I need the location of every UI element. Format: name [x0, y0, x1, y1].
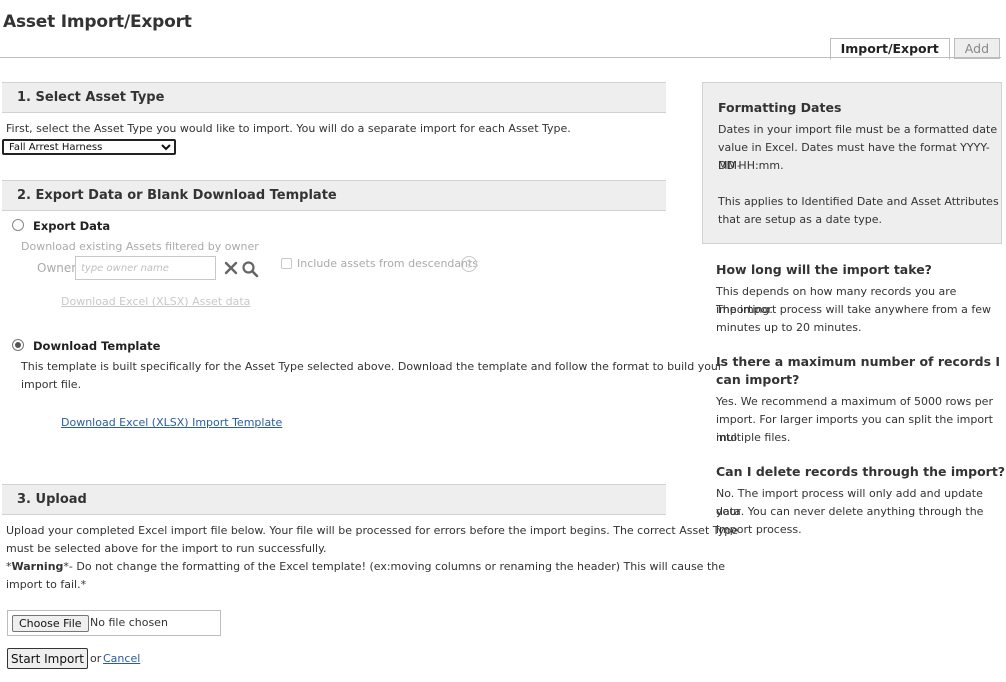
cancel-link[interactable]: Cancel [103, 650, 140, 668]
page-title: Asset Import/Export [3, 12, 192, 32]
upload-warning: *Warning*- Do not change the formatting … [6, 558, 725, 576]
download-template-radio[interactable] [12, 339, 24, 351]
formatting-dates-line-5: that are setup as a date type. [718, 213, 882, 226]
include-descendants-label: Include assets from descendants [297, 257, 479, 270]
formatting-dates-box: Formatting Dates Dates in your import fi… [702, 82, 1002, 244]
download-template-label: Download Template [33, 339, 161, 353]
faq-answer-3-line-3: import process. [716, 523, 802, 536]
asset-type-select[interactable]: Fall Arrest Harness [2, 139, 176, 155]
or-text: or [90, 652, 102, 665]
upload-description-2: must be selected above for the import to… [6, 542, 327, 555]
search-owner-icon[interactable] [241, 260, 259, 278]
formatting-dates-line-3: DD HH:mm. [718, 159, 784, 172]
faq-answer-1-line-3: minutes up to 20 minutes. [716, 321, 862, 334]
faq-answer-1-line-2: The import process will take anywhere fr… [716, 303, 991, 316]
help-icon[interactable]: ? [461, 256, 477, 272]
faq-question-2-line-2: can import? [716, 372, 800, 387]
faq-question-3: Can I delete records through the import? [716, 464, 1006, 479]
owner-label: Owner [37, 261, 77, 275]
start-import-button[interactable]: Start Import [7, 648, 88, 669]
section-header-select-asset-type: 1. Select Asset Type [2, 82, 666, 113]
formatting-dates-line-4: This applies to Identified Date and Asse… [718, 195, 999, 208]
tab-add[interactable]: Add [953, 38, 1000, 59]
faq-question-1: How long will the import take? [716, 262, 932, 277]
faq-answer-2-line-1: Yes. We recommend a maximum of 5000 rows… [716, 395, 993, 408]
formatting-dates-line-1: Dates in your import file must be a form… [718, 123, 998, 136]
title-divider [0, 57, 1001, 58]
section-header-upload: 3. Upload [2, 484, 666, 515]
upload-warning-2: import to fail.* [6, 578, 87, 591]
export-data-label: Export Data [33, 219, 111, 233]
export-data-radio[interactable] [12, 219, 24, 231]
faq-answer-2-line-3: multiple files. [716, 431, 791, 444]
owner-input[interactable] [75, 256, 216, 280]
faq-answer-3-line-2: data. You can never delete anything thro… [716, 505, 984, 518]
warning-label: Warning [11, 560, 64, 573]
download-template-description-2: import file. [21, 378, 82, 391]
clear-owner-icon[interactable] [224, 261, 238, 275]
file-picker: Choose File No file chosen [7, 610, 221, 636]
export-data-hint: Download existing Assets filtered by own… [21, 240, 259, 253]
asset-type-description: First, select the Asset Type you would l… [6, 122, 571, 135]
download-asset-data-link: Download Excel (XLSX) Asset data [61, 295, 251, 308]
section-header-export-template: 2. Export Data or Blank Download Templat… [2, 180, 666, 211]
warning-text: *- Do not change the formatting of the E… [63, 560, 726, 573]
file-status: No file chosen [90, 616, 168, 629]
upload-description-1: Upload your completed Excel import file … [6, 524, 739, 537]
choose-file-button[interactable]: Choose File [12, 615, 89, 632]
download-template-description-1: This template is built specifically for … [21, 360, 723, 373]
download-import-template-link[interactable]: Download Excel (XLSX) Import Template [61, 414, 282, 432]
faq-question-2: Is there a maximum number of records I [716, 354, 1001, 369]
formatting-dates-title: Formatting Dates [718, 100, 842, 115]
include-descendants-checkbox[interactable] [281, 258, 292, 269]
